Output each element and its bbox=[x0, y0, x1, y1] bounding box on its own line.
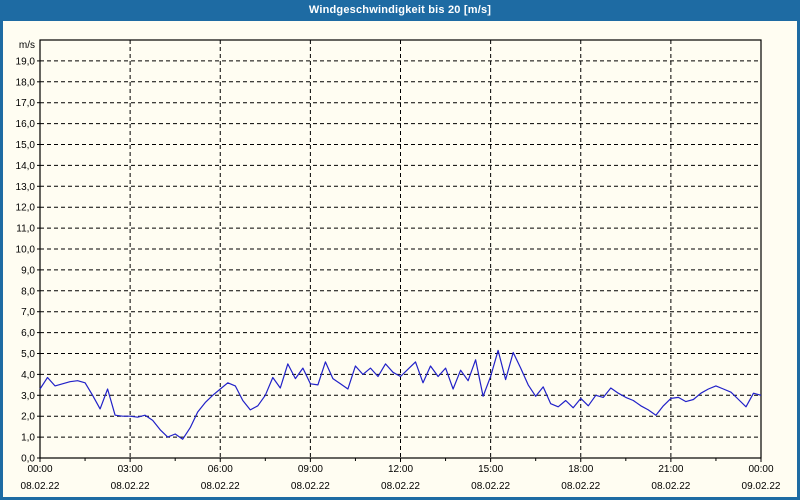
svg-text:3,0: 3,0 bbox=[21, 391, 35, 402]
svg-text:6,0: 6,0 bbox=[21, 328, 35, 339]
svg-text:8,0: 8,0 bbox=[21, 286, 35, 297]
svg-text:15,0: 15,0 bbox=[16, 140, 36, 151]
page-title: Windgeschwindigkeit bis 20 [m/s] bbox=[308, 4, 492, 16]
svg-text:0,0: 0,0 bbox=[21, 454, 35, 465]
svg-text:15:00: 15:00 bbox=[478, 464, 503, 475]
svg-text:4,0: 4,0 bbox=[21, 370, 35, 381]
svg-text:18:00: 18:00 bbox=[568, 464, 593, 475]
svg-text:14,0: 14,0 bbox=[16, 161, 36, 172]
svg-text:21:00: 21:00 bbox=[658, 464, 683, 475]
svg-text:1,0: 1,0 bbox=[21, 433, 35, 444]
svg-text:5,0: 5,0 bbox=[21, 349, 35, 360]
svg-text:08.02.22: 08.02.22 bbox=[291, 481, 330, 492]
svg-text:12,0: 12,0 bbox=[16, 203, 36, 214]
svg-text:16,0: 16,0 bbox=[16, 119, 36, 130]
y-tick-labels: 0,0 1,0 2,0 3,0 4,0 5,0 6,0 7,0 8,0 9,0 10,0 11,0 12… bbox=[16, 40, 36, 465]
svg-text:08.02.22: 08.02.22 bbox=[561, 481, 600, 492]
svg-text:19,0: 19,0 bbox=[16, 56, 36, 67]
svg-text:08.02.22: 08.02.22 bbox=[381, 481, 420, 492]
svg-text:12:00: 12:00 bbox=[388, 464, 413, 475]
svg-text:06:00: 06:00 bbox=[208, 464, 233, 475]
svg-text:08.02.22: 08.02.22 bbox=[651, 481, 690, 492]
svg-text:08.02.22: 08.02.22 bbox=[471, 481, 510, 492]
svg-text:13,0: 13,0 bbox=[16, 182, 36, 193]
svg-text:10,0: 10,0 bbox=[16, 245, 36, 256]
svg-text:11,0: 11,0 bbox=[16, 224, 35, 235]
svg-text:7,0: 7,0 bbox=[21, 307, 35, 318]
svg-text:09:00: 09:00 bbox=[298, 464, 323, 475]
svg-text:08.02.22: 08.02.22 bbox=[111, 481, 150, 492]
svg-text:2,0: 2,0 bbox=[21, 412, 35, 423]
svg-text:00:00: 00:00 bbox=[748, 464, 773, 475]
svg-text:17,0: 17,0 bbox=[16, 98, 36, 109]
title-bar: Windgeschwindigkeit bis 20 [m/s] bbox=[0, 0, 800, 21]
svg-text:08.02.22: 08.02.22 bbox=[21, 481, 60, 492]
page-root: { "window": { "title": "Windgeschwindigk… bbox=[0, 0, 800, 500]
x-tick-labels: 00:00 08.02.22 03:00 08.02.22 06:00 08.02.22 0… bbox=[21, 464, 781, 492]
svg-text:03:00: 03:00 bbox=[118, 464, 143, 475]
svg-text:00:00: 00:00 bbox=[27, 464, 52, 475]
svg-text:18,0: 18,0 bbox=[16, 77, 36, 88]
svg-text:08.02.22: 08.02.22 bbox=[201, 481, 240, 492]
svg-text:9,0: 9,0 bbox=[21, 265, 35, 276]
svg-text:09.02.22: 09.02.22 bbox=[742, 481, 781, 492]
wind-speed-chart: 0,0 1,0 2,0 3,0 4,0 5,0 6,0 7,0 8,0 9,0 10,0 11,0 12… bbox=[16, 39, 781, 492]
y-axis-unit-label: m/s bbox=[19, 40, 35, 51]
